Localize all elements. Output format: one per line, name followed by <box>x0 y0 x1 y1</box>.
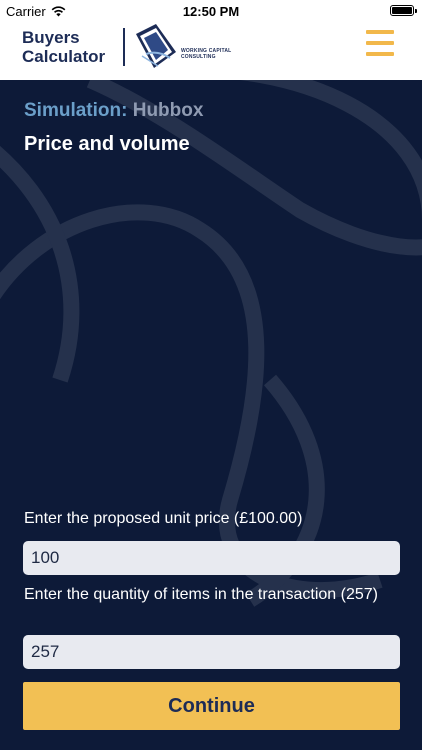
quantity-label: Enter the quantity of items in the trans… <box>24 586 378 603</box>
menu-bar <box>366 30 394 34</box>
unit-price-label: Enter the proposed unit price (£100.00) <box>24 510 303 527</box>
quantity-input[interactable] <box>23 635 400 669</box>
brand-divider <box>123 28 125 66</box>
simulation-label: Simulation: <box>24 100 128 121</box>
continue-button[interactable]: Continue <box>23 682 400 730</box>
brand-line-2: Calculator <box>22 47 106 66</box>
page-title: Price and volume <box>24 133 190 155</box>
battery-icon <box>390 5 417 16</box>
simulation-name: Hubbox <box>132 100 204 121</box>
hamburger-menu-icon[interactable] <box>366 30 394 56</box>
status-bar: Carrier 12:50 PM <box>0 0 422 22</box>
partner-name: WORKING CAPITAL CONSULTING <box>181 48 231 60</box>
unit-price-input[interactable] <box>23 541 400 575</box>
menu-bar <box>366 52 394 56</box>
status-time: 12:50 PM <box>182 4 240 19</box>
partner-line-2: CONSULTING <box>181 54 216 60</box>
menu-bar <box>366 41 394 45</box>
simulation-heading: Simulation: Hubbox <box>24 100 203 122</box>
app-brand: Buyers Calculator <box>22 28 105 66</box>
app-header: Buyers Calculator WORKING CAPITAL CONSUL… <box>0 22 422 80</box>
main-content: Simulation: Hubbox Price and volume Ente… <box>0 80 422 750</box>
brand-line-1: Buyers <box>22 28 80 47</box>
